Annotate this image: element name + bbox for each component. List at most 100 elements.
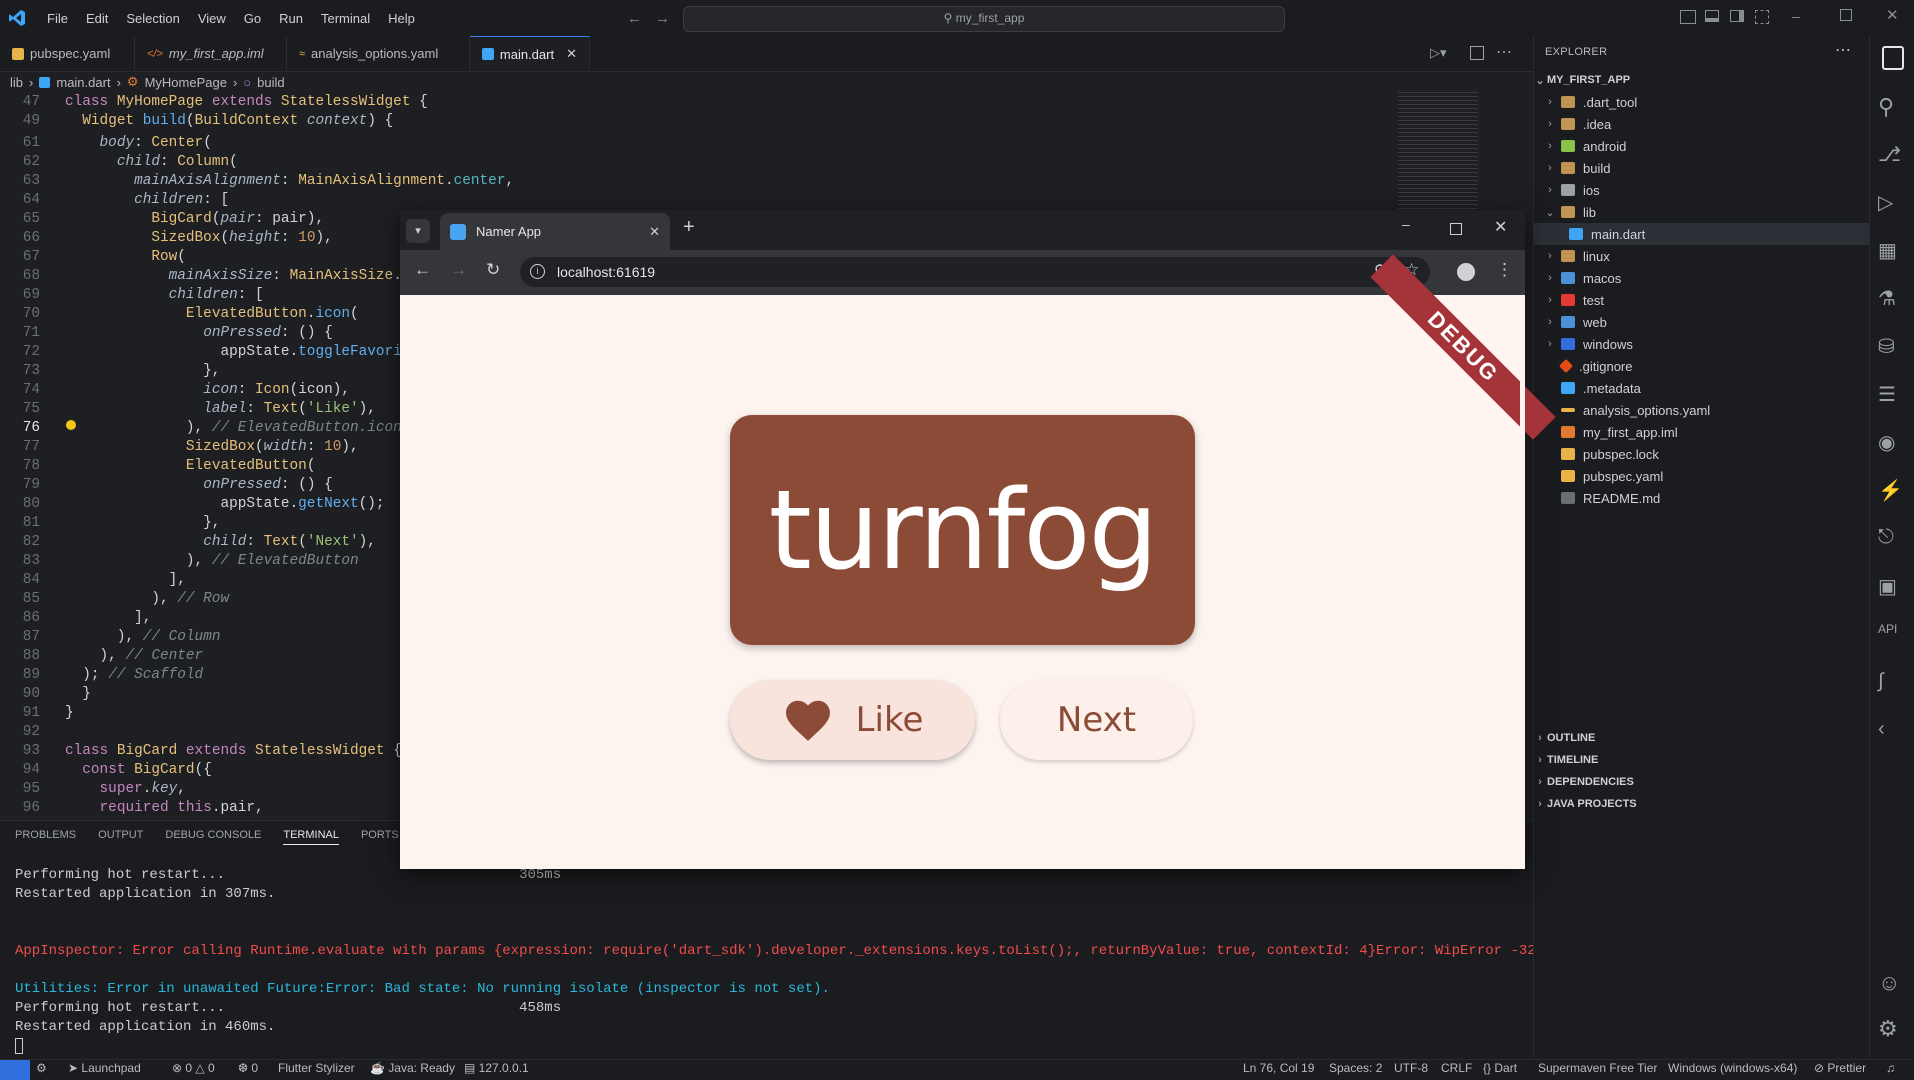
- remote-explorer-icon[interactable]: ◉: [1878, 430, 1904, 456]
- split-editor-icon[interactable]: [1470, 46, 1484, 60]
- close-tab-icon[interactable]: ✕: [566, 46, 577, 62]
- next-button[interactable]: Next: [1000, 680, 1193, 760]
- address-bar[interactable]: i localhost:61619 ⚲ ☆: [520, 257, 1430, 287]
- back-arrow-icon[interactable]: ←: [627, 10, 642, 27]
- minimize-icon[interactable]: –: [1792, 8, 1800, 24]
- tree-item-dart-tool[interactable]: › .dart_tool: [1533, 91, 1879, 113]
- new-tab-icon[interactable]: +: [683, 216, 695, 239]
- forward-arrow-icon[interactable]: →: [655, 10, 670, 27]
- lightbulb-icon[interactable]: [66, 420, 76, 430]
- tree-item-iml[interactable]: my_first_app.iml: [1533, 421, 1893, 443]
- git-graph-icon[interactable]: ⎋: [1878, 526, 1904, 552]
- restore-icon[interactable]: [1840, 9, 1852, 21]
- tree-item-macos[interactable]: › macos: [1533, 267, 1879, 289]
- browser-tab[interactable]: Namer App ✕: [440, 213, 670, 250]
- explorer-icon[interactable]: [1882, 46, 1904, 70]
- back-arrow-icon[interactable]: ←: [414, 260, 431, 280]
- tree-item-build[interactable]: › build: [1533, 157, 1879, 179]
- customize-layout-icon[interactable]: [1755, 10, 1769, 24]
- status-problems[interactable]: ⊗ 0 △ 0: [172, 1061, 215, 1075]
- lightning-icon[interactable]: ⚡: [1878, 478, 1904, 504]
- tree-item-test[interactable]: › test: [1533, 289, 1879, 311]
- maximize-icon[interactable]: [1450, 223, 1462, 235]
- database-icon[interactable]: ⛁: [1878, 334, 1904, 360]
- menu-go[interactable]: Go: [235, 11, 270, 26]
- status-supermaven[interactable]: Supermaven Free Tier: [1538, 1061, 1657, 1075]
- tree-item-lib[interactable]: ⌄ lib: [1533, 201, 1879, 223]
- tab-debug-console[interactable]: DEBUG CONSOLE: [165, 829, 261, 845]
- layers-icon[interactable]: ☰: [1878, 382, 1904, 408]
- explorer-root[interactable]: ⌄ MY_FIRST_APP: [1533, 69, 1869, 91]
- breadcrumb-class[interactable]: MyHomePage: [145, 75, 227, 90]
- command-center[interactable]: ⚲ my_first_app: [683, 6, 1285, 32]
- more-actions-icon[interactable]: ⋯: [1835, 40, 1851, 60]
- minimize-icon[interactable]: –: [1402, 216, 1410, 232]
- run-debug-icon[interactable]: ▷: [1878, 190, 1904, 216]
- status-flutter-stylizer[interactable]: Flutter Stylizer: [278, 1061, 355, 1075]
- tab-analysis-options[interactable]: ≈ analysis_options.yaml: [287, 36, 470, 71]
- supermaven-icon[interactable]: ∫: [1878, 670, 1904, 696]
- profile-avatar-icon[interactable]: [1457, 263, 1475, 281]
- section-outline[interactable]: › OUTLINE: [1533, 727, 1869, 749]
- status-device[interactable]: Windows (windows-x64): [1668, 1061, 1797, 1075]
- tab-ports[interactable]: PORTS: [361, 829, 399, 845]
- tree-item-pubspec-lock[interactable]: pubspec.lock: [1533, 443, 1893, 465]
- remote-indicator[interactable]: [0, 1060, 30, 1080]
- tree-item-linux[interactable]: › linux: [1533, 245, 1879, 267]
- breadcrumb-file[interactable]: main.dart: [56, 75, 110, 90]
- status-prettier[interactable]: ⊘ Prettier: [1814, 1061, 1866, 1075]
- tab-output[interactable]: OUTPUT: [98, 829, 143, 845]
- testing-icon[interactable]: ⚗: [1878, 286, 1904, 312]
- more-actions-icon[interactable]: ⋯: [1496, 42, 1512, 62]
- flutter-status-icon[interactable]: ⚙: [36, 1061, 47, 1075]
- tree-item-android[interactable]: › android: [1533, 135, 1879, 157]
- toggle-panel-icon[interactable]: [1705, 10, 1719, 22]
- tree-item-idea[interactable]: › .idea: [1533, 113, 1879, 135]
- status-eol[interactable]: CRLF: [1441, 1061, 1472, 1075]
- tab-main-dart[interactable]: main.dart ✕: [470, 36, 590, 71]
- tree-item-windows[interactable]: › windows: [1533, 333, 1879, 355]
- status-java[interactable]: ☕ Java: Ready: [370, 1061, 455, 1075]
- tree-item-web[interactable]: › web: [1533, 311, 1879, 333]
- account-icon[interactable]: ☺: [1878, 970, 1904, 996]
- menu-file[interactable]: File: [38, 11, 77, 26]
- notifications-icon[interactable]: ♫: [1886, 1061, 1895, 1075]
- reload-icon[interactable]: ↻: [486, 260, 500, 280]
- tree-item-ios[interactable]: › ios: [1533, 179, 1879, 201]
- close-tab-icon[interactable]: ✕: [649, 224, 660, 240]
- close-window-icon[interactable]: ✕: [1494, 217, 1507, 237]
- section-timeline[interactable]: › TIMELINE: [1533, 749, 1869, 771]
- extensions-icon[interactable]: ▦: [1878, 238, 1904, 264]
- tree-item-analysis-options[interactable]: analysis_options.yaml: [1533, 399, 1893, 421]
- tab-pubspec[interactable]: pubspec.yaml: [0, 36, 135, 71]
- site-info-icon[interactable]: i: [530, 264, 545, 279]
- close-window-icon[interactable]: ✕: [1886, 6, 1899, 24]
- tab-problems[interactable]: PROBLEMS: [15, 829, 76, 845]
- menu-terminal[interactable]: Terminal: [312, 11, 379, 26]
- tree-item-main-dart[interactable]: main.dart: [1533, 223, 1901, 245]
- tree-item-pubspec-yaml[interactable]: pubspec.yaml: [1533, 465, 1893, 487]
- status-spaces[interactable]: Spaces: 2: [1329, 1061, 1382, 1075]
- tab-terminal[interactable]: TERMINAL: [283, 829, 339, 845]
- menu-selection[interactable]: Selection: [117, 11, 188, 26]
- menu-help[interactable]: Help: [379, 11, 424, 26]
- status-ports[interactable]: ❆ 0: [238, 1061, 258, 1075]
- minimap[interactable]: [1398, 92, 1478, 212]
- menu-run[interactable]: Run: [270, 11, 312, 26]
- tab-search-icon[interactable]: ▾: [406, 219, 430, 243]
- run-debug-icon[interactable]: ▷▾: [1430, 45, 1447, 61]
- breadcrumb-lib[interactable]: lib: [10, 75, 23, 90]
- docker-icon[interactable]: ▣: [1878, 574, 1904, 600]
- source-control-icon[interactable]: ⎇: [1878, 142, 1904, 168]
- tab-iml[interactable]: </> my_first_app.iml: [135, 36, 287, 71]
- status-language[interactable]: {} Dart: [1483, 1061, 1517, 1075]
- forward-arrow-icon[interactable]: →: [450, 260, 467, 280]
- tree-item-readme[interactable]: README.md: [1533, 487, 1893, 509]
- status-encoding[interactable]: UTF-8: [1394, 1061, 1428, 1075]
- toggle-secondary-sidebar-icon[interactable]: [1730, 10, 1744, 22]
- like-button[interactable]: Like: [730, 680, 975, 760]
- toggle-sidebar-icon[interactable]: [1680, 10, 1696, 24]
- section-dependencies[interactable]: › DEPENDENCIES: [1533, 771, 1869, 793]
- section-java-projects[interactable]: › JAVA PROJECTS: [1533, 793, 1869, 815]
- status-host[interactable]: ▤ 127.0.0.1: [464, 1061, 529, 1075]
